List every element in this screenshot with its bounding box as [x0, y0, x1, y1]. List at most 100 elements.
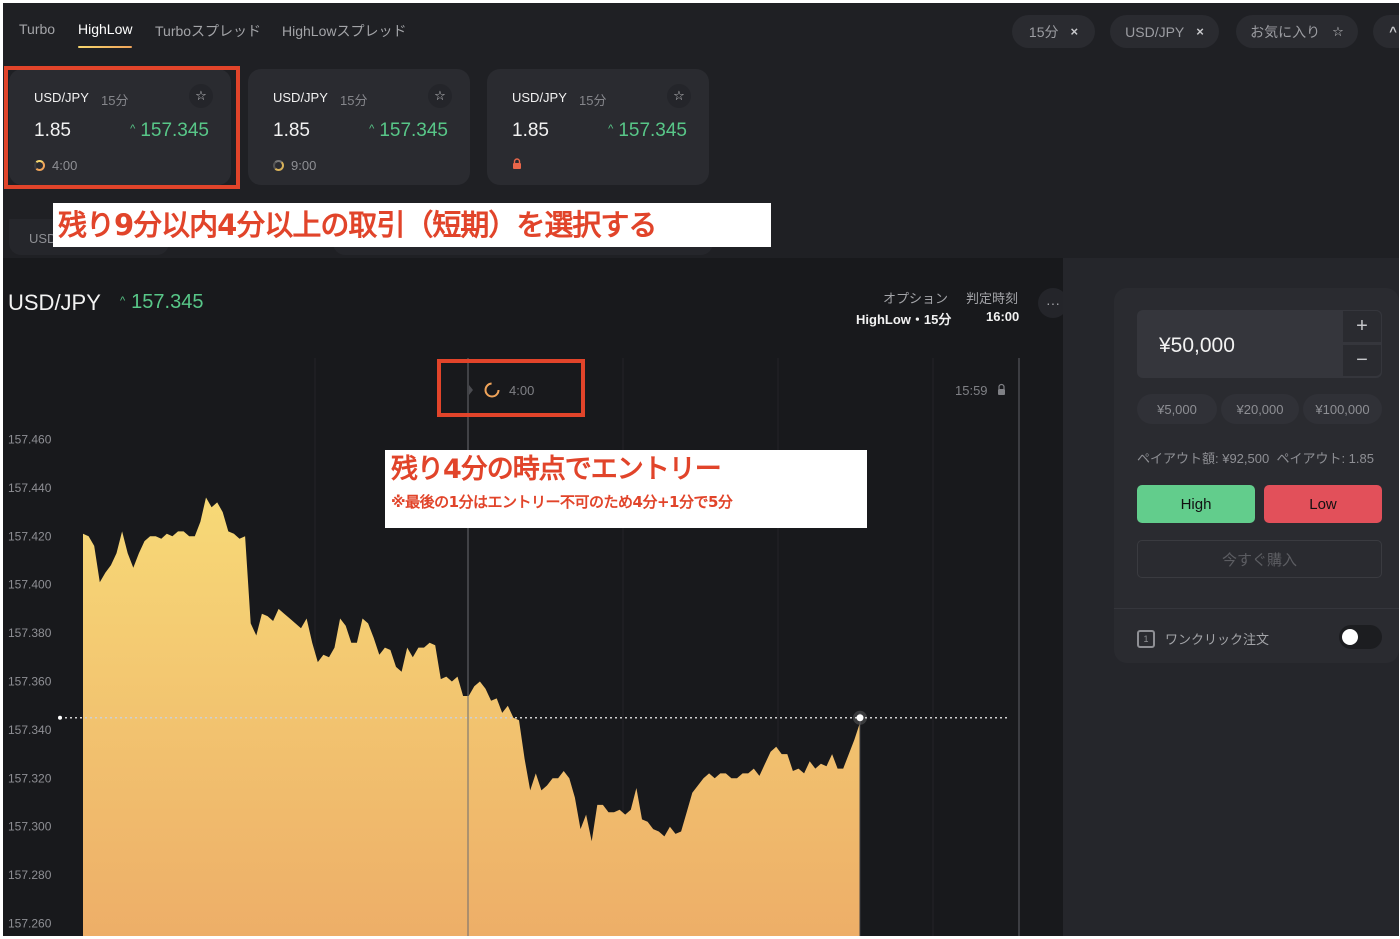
timer-ring-icon: [34, 160, 45, 171]
star-icon: ☆: [1332, 23, 1344, 39]
card-payout: 1.85: [34, 120, 71, 141]
tab-label: Turbo: [19, 21, 56, 37]
quick-amount-button[interactable]: ¥5,000: [1137, 394, 1217, 424]
close-icon[interactable]: ×: [1196, 24, 1204, 39]
card-timer: 9:00: [273, 158, 316, 173]
filter-chip-duration[interactable]: 15分 ×: [1012, 15, 1095, 48]
y-tick-label: 157.360: [8, 674, 52, 688]
chip-label: USD/JPY: [1125, 23, 1185, 40]
caret-up-icon: ^: [608, 123, 614, 135]
top-bar: Turbo HighLow Turboスプレッド HighLowスプレッド 15…: [3, 3, 1399, 61]
card-duration: 15分: [579, 93, 607, 108]
caret-up-icon: ^: [369, 123, 375, 135]
card-pair: USD/JPY: [34, 90, 89, 105]
collapse-button[interactable]: ^: [1373, 15, 1399, 48]
amount-input[interactable]: ¥50,000 + −: [1137, 310, 1382, 378]
buy-now-button[interactable]: 今すぐ購入: [1137, 540, 1382, 578]
option-card[interactable]: USD/JPY 15分 ☆ 1.85 ^ 157.345 4:00: [9, 69, 231, 185]
star-icon[interactable]: ☆: [667, 84, 691, 108]
option-card[interactable]: USD/JPY 15分 ☆ 1.85 ^ 157.345: [487, 69, 709, 185]
caret-up-icon: ^: [130, 123, 136, 135]
tab-label: HighLow: [78, 21, 133, 37]
increase-button[interactable]: +: [1342, 310, 1382, 343]
timer-ring-icon: [273, 160, 284, 171]
option-card[interactable]: USD/JPY 15分 ☆ 1.85 ^ 157.345 9:00: [248, 69, 470, 185]
quick-amount-button[interactable]: ¥100,000: [1303, 394, 1382, 424]
divider: [1114, 608, 1399, 609]
price-area: [83, 497, 860, 936]
active-tab-indicator: [78, 46, 133, 48]
card-payout: 1.85: [512, 120, 549, 141]
timer-ring-icon: [484, 382, 500, 398]
chip-label: 15分: [1028, 23, 1059, 40]
filter-chip-favorites[interactable]: お気に入り ☆: [1236, 15, 1358, 48]
y-tick-label: 157.340: [8, 723, 52, 737]
chevron-up-icon: ^: [1389, 24, 1397, 39]
timer-value: 9:00: [291, 158, 317, 173]
toggle-knob: [1342, 629, 1358, 645]
one-click-icon: 1: [1137, 629, 1155, 648]
tab-turbo-spread[interactable]: Turboスプレッド: [155, 21, 261, 41]
plus-icon: +: [1356, 315, 1368, 337]
annotation-banner: 残り9分以内4分以上の取引（短期）を選択する: [53, 203, 771, 247]
one-click-toggle[interactable]: [1339, 625, 1382, 649]
minus-icon: −: [1356, 349, 1368, 371]
timer-value: 4:00: [52, 158, 78, 173]
lock-icon: [998, 383, 1005, 389]
y-tick-label: 157.460: [8, 432, 52, 446]
tab-label: Turboスプレッド: [155, 23, 262, 39]
price-value: 157.345: [379, 120, 448, 141]
card-timer: [512, 158, 522, 169]
card-pair: USD/JPY: [512, 90, 567, 105]
payout-amount: ペイアウト額: ¥92,500: [1137, 451, 1270, 466]
one-click-order: 1 ワンクリック注文: [1137, 629, 1269, 648]
annotation-banner-entry: 残り4分の時点でエントリー ※最後の1分はエントリー不可のため4分+1分で5分: [385, 450, 867, 528]
tab-label: HighLowスプレッド: [282, 23, 407, 39]
price-value: 157.345: [140, 120, 209, 141]
lock-icon: [513, 158, 521, 169]
app-window: Turbo HighLow Turboスプレッド HighLowスプレッド 15…: [3, 3, 1399, 936]
y-tick-label: 157.280: [8, 868, 52, 882]
card-pair: USD/JPY: [273, 90, 328, 105]
decrease-button[interactable]: −: [1342, 344, 1382, 377]
card-timer: 4:00: [34, 158, 77, 173]
timer-label: 4:00: [509, 383, 534, 398]
tab-highlow[interactable]: HighLow: [78, 21, 133, 48]
y-tick-label: 157.380: [8, 626, 52, 640]
card-duration: 15分: [101, 93, 129, 108]
chip-label: お気に入り: [1250, 23, 1321, 40]
card-payout: 1.85: [273, 120, 310, 141]
payout-rate: ペイアウト: 1.85: [1276, 451, 1374, 466]
price-chart[interactable]: 157.460 157.440 157.420 157.400 157.380 157.3…: [3, 258, 1063, 936]
close-time-label: 15:59: [955, 383, 988, 398]
y-tick-label: 157.400: [8, 578, 52, 592]
quick-amount-button[interactable]: ¥20,000: [1221, 394, 1299, 424]
one-click-label: ワンクリック注文: [1165, 632, 1270, 647]
star-icon[interactable]: ☆: [189, 84, 213, 108]
y-tick-label: 157.300: [8, 820, 52, 834]
lock-icon-body: [998, 389, 1005, 395]
tab-turbo[interactable]: Turbo: [19, 21, 55, 37]
low-button[interactable]: Low: [1264, 485, 1382, 523]
current-point: [856, 714, 864, 722]
card-price: ^ 157.345: [369, 120, 448, 142]
y-tick-label: 157.260: [8, 916, 52, 930]
payout-info: ペイアウト額: ¥92,500 ペイアウト: 1.85: [1137, 448, 1374, 467]
filter-chip-pair[interactable]: USD/JPY ×: [1110, 15, 1219, 48]
trade-panel: ¥50,000 + − ¥5,000 ¥20,000 ¥100,000 ペイアウ…: [1114, 288, 1399, 663]
close-icon[interactable]: ×: [1070, 24, 1078, 39]
annotation-note: ※最後の1分はエントリー不可のため4分+1分で5分: [391, 493, 733, 511]
star-icon[interactable]: ☆: [428, 84, 452, 108]
card-duration: 15分: [340, 93, 368, 108]
annotation-title: 残り4分の時点でエントリー: [391, 454, 722, 485]
y-tick-label: 157.320: [8, 771, 52, 785]
marker-arrow-icon: [469, 385, 473, 395]
tab-highlow-spread[interactable]: HighLowスプレッド: [282, 21, 406, 41]
price-value: 157.345: [618, 120, 687, 141]
y-tick-label: 157.440: [8, 481, 52, 495]
high-button[interactable]: High: [1137, 485, 1255, 523]
y-tick-label: 157.420: [8, 529, 52, 543]
card-price: ^ 157.345: [608, 120, 687, 142]
price-line-start-dot: [58, 715, 62, 720]
amount-value[interactable]: ¥50,000: [1159, 334, 1235, 358]
